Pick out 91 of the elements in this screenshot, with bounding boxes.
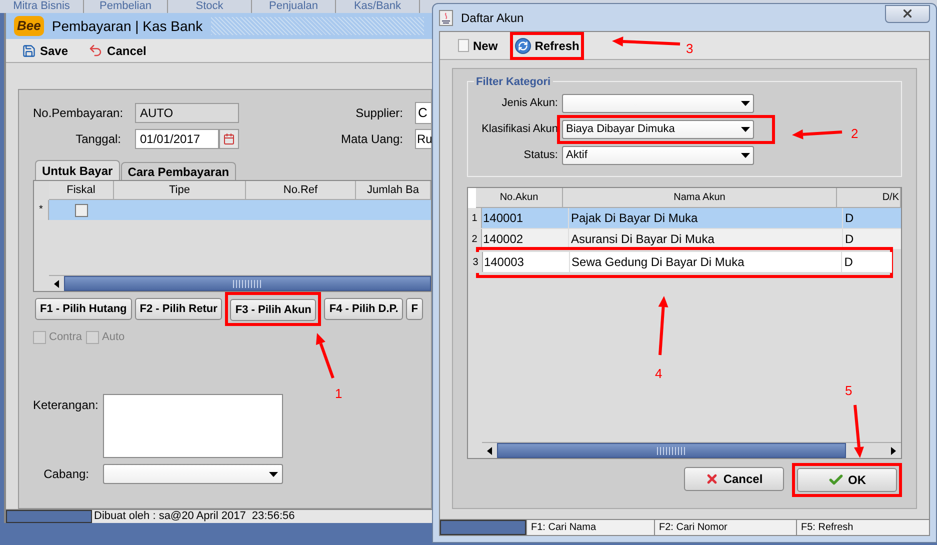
table-cell-text: D <box>843 254 854 271</box>
column-header[interactable]: No.Akun <box>476 188 563 208</box>
field-label: Cabang: <box>42 466 89 483</box>
table-row[interactable]: 3 140003 Sewa Gedung Di Bayar Di Muka D <box>469 252 892 273</box>
table-cell: 140003 <box>482 252 570 272</box>
column-header[interactable]: D/K <box>837 188 901 208</box>
cross-icon <box>705 472 720 486</box>
window-title: Pembayaran | Kas Bank <box>52 16 203 36</box>
table-cell-text: D <box>844 231 855 248</box>
annotation-number: 2 <box>851 125 858 143</box>
scrollbar-thumb[interactable] <box>497 443 846 458</box>
save-button[interactable]: Save <box>22 42 68 60</box>
new-button[interactable]: New <box>458 36 498 54</box>
column-header[interactable]: Nama Akun <box>563 188 837 208</box>
annotation-number: 5 <box>845 382 852 400</box>
curved-arrow-icon <box>88 43 104 58</box>
status-text: F1: Cari Nama <box>526 520 654 535</box>
refresh-button[interactable]: Refresh <box>514 36 580 54</box>
dropdown-field[interactable]: Aktif <box>562 146 754 164</box>
function-button[interactable]: F4 - Pilih D.P. <box>324 298 404 320</box>
row-number: 1 <box>468 208 482 228</box>
column-header[interactable]: Tipe <box>114 181 246 200</box>
date-field[interactable]: 01/01/2017 <box>135 129 219 149</box>
cancel-button[interactable]: Cancel <box>88 42 146 60</box>
checkbox-label: Contra <box>49 330 82 345</box>
cancel-button[interactable]: Cancel <box>684 467 784 491</box>
checkbox[interactable] <box>75 204 88 216</box>
dropdown-field[interactable] <box>562 94 754 112</box>
annotation-number: 1 <box>335 385 342 403</box>
column-header[interactable]: Fiskal <box>49 181 114 200</box>
blank-page-icon <box>458 39 469 52</box>
status-text: F2: Cari Nomor <box>654 520 796 535</box>
table-row[interactable]: 1 140001 Pajak Di Bayar Di Muka D <box>468 208 901 229</box>
field-label: No.Pembayaran: <box>33 105 121 122</box>
table-cell: 140002 <box>482 229 569 249</box>
function-button[interactable]: F <box>406 298 424 320</box>
field-label: Supplier: <box>356 105 403 122</box>
caret-icon <box>269 472 278 476</box>
tab[interactable]: Untuk Bayar <box>35 160 120 180</box>
refresh-icon <box>514 38 531 54</box>
field-label: Mata Uang: <box>340 131 403 148</box>
field-label: Keterangan: <box>33 397 100 414</box>
calendar-button[interactable] <box>219 129 239 149</box>
annotation-number: 3 <box>686 40 694 58</box>
tab[interactable]: Cara Pembayaran <box>120 162 236 180</box>
dropdown-field[interactable]: C <box>415 102 431 124</box>
annotation-arrow <box>658 296 668 356</box>
status-text: Dibuat oleh : sa@20 April 2017 23:56:56 <box>93 510 295 523</box>
caret-icon <box>741 100 750 106</box>
annotation-arrow <box>854 404 864 458</box>
table-cell: Asuransi Di Bayar Di Muka <box>569 229 843 249</box>
column-header[interactable]: Jumlah Ba <box>356 181 431 200</box>
dropdown-value: Biaya Dibayar Dimuka <box>566 122 675 137</box>
dropdown-field[interactable]: Biaya Dibayar Dimuka <box>562 120 754 138</box>
group-title: Filter Kategori <box>474 74 553 90</box>
table-cell: 140001 <box>482 208 569 228</box>
row-number: 2 <box>468 229 482 249</box>
checkbox-label: Auto <box>102 330 125 345</box>
status-text: F5: Refresh <box>796 520 929 535</box>
dropdown-field[interactable]: Ru <box>415 129 431 149</box>
field-label: Jenis Akun: <box>500 96 558 111</box>
dropdown-field[interactable] <box>103 464 283 484</box>
field-label: Klasifikasi Akun <box>480 122 558 137</box>
app-logo: Bee <box>14 16 44 36</box>
row-number: 3 <box>469 252 483 272</box>
function-button[interactable]: F3 - Pilih Akun <box>230 299 316 322</box>
row-header: * <box>34 200 49 220</box>
table-cell-text: D <box>844 210 855 227</box>
field-label: Status: <box>522 148 558 163</box>
close-icon <box>901 7 914 20</box>
table-cell: Pajak Di Bayar Di Muka <box>569 208 843 228</box>
dialog-title: Daftar Akun <box>461 10 524 26</box>
calendar-icon <box>223 133 235 145</box>
field-label: Tanggal: <box>74 131 121 148</box>
function-button[interactable]: F1 - Pilih Hutang <box>35 298 132 320</box>
table-cell: Sewa Gedung Di Bayar Di Muka <box>570 252 842 272</box>
text-field[interactable]: AUTO <box>135 103 239 123</box>
text-area[interactable] <box>103 394 283 458</box>
close-button[interactable] <box>885 4 930 22</box>
table-row[interactable]: * <box>34 200 431 220</box>
caret-icon <box>741 126 750 132</box>
function-button[interactable]: F2 - Pilih Retur <box>134 298 222 320</box>
annotation-arrow <box>792 129 842 140</box>
ok-button[interactable]: OK <box>797 468 897 492</box>
dropdown-value: Aktif <box>566 148 588 163</box>
annotation-arrow <box>316 333 334 378</box>
column-header[interactable]: No.Ref <box>246 181 356 200</box>
horizontal-scrollbar[interactable] <box>482 442 901 458</box>
caret-icon <box>741 152 750 158</box>
annotation-number: 4 <box>655 365 662 383</box>
annotation-arrow <box>612 36 680 46</box>
